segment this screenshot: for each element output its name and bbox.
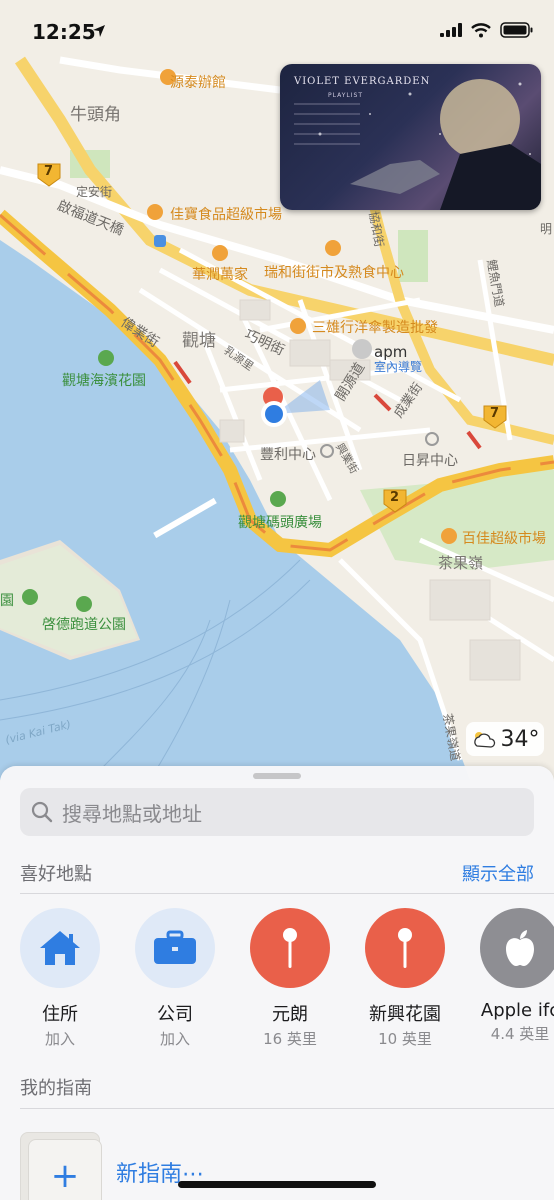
favorite-name: 公司 bbox=[157, 1004, 193, 1025]
battery-icon bbox=[500, 22, 533, 38]
favorite-apple-ifc[interactable]: Apple ifc 4.4 英里 bbox=[465, 908, 554, 1044]
briefcase-icon bbox=[154, 930, 196, 964]
route-shield-7: 7 bbox=[490, 406, 500, 421]
cellular-signal-icon bbox=[440, 23, 462, 37]
favorites-title: 喜好地點 bbox=[20, 864, 92, 885]
favorite-icon-circle bbox=[20, 908, 100, 988]
search-input[interactable]: 搜尋地點或地址 bbox=[20, 788, 534, 836]
picture-in-picture-video[interactable]: VIOLET EVERGARDEN PLAYLIST bbox=[280, 64, 541, 210]
map-label: 園 bbox=[0, 593, 14, 609]
divider bbox=[20, 893, 554, 894]
favorite-sub: 16 英里 bbox=[263, 1030, 317, 1048]
search-placeholder: 搜尋地點或地址 bbox=[62, 801, 202, 826]
route-shield-2: 2 bbox=[390, 490, 400, 505]
favorite-icon-circle bbox=[480, 908, 554, 988]
favorite-icon-circle bbox=[365, 908, 445, 988]
map-label[interactable]: 佳寶食品超級市場 bbox=[170, 204, 282, 224]
map-label: 觀塘 bbox=[182, 331, 216, 351]
pin-icon bbox=[398, 928, 412, 968]
plus-icon: + bbox=[28, 1139, 102, 1200]
map-label[interactable]: 豐利中心 bbox=[260, 444, 316, 464]
map-label[interactable]: 啓德跑道公園 bbox=[42, 614, 126, 634]
map-label: 定安街 bbox=[76, 185, 113, 199]
search-icon bbox=[31, 801, 53, 823]
home-icon bbox=[40, 931, 80, 965]
weather-badge: 34° bbox=[466, 722, 544, 756]
favorite-icon-circle bbox=[135, 908, 215, 988]
temperature: 34° bbox=[500, 726, 540, 752]
map-label[interactable]: 瑞和街街市及熟食中心 bbox=[264, 262, 404, 282]
new-guide-button[interactable]: + 新指南⋯ bbox=[20, 1132, 204, 1200]
favorite-name: 新興花園 bbox=[369, 1004, 441, 1025]
partly-cloudy-icon bbox=[473, 732, 495, 748]
apple-icon bbox=[506, 930, 534, 966]
home-indicator[interactable] bbox=[178, 1181, 376, 1188]
favorite-yuen-long[interactable]: 元朗 16 英里 bbox=[235, 908, 345, 1049]
favorite-sub: 加入 bbox=[159, 1030, 190, 1048]
divider bbox=[20, 1108, 554, 1109]
favorite-home[interactable]: 住所 加入 bbox=[5, 908, 115, 1049]
map-label[interactable]: 觀塘碼頭廣場 bbox=[238, 512, 322, 532]
video-subtitle: PLAYLIST bbox=[328, 92, 363, 99]
map-label[interactable]: 百佳超級市場 bbox=[462, 528, 546, 548]
favorite-name: 住所 bbox=[42, 1004, 78, 1025]
favorite-work[interactable]: 公司 加入 bbox=[120, 908, 230, 1049]
favorite-sub: 加入 bbox=[44, 1030, 75, 1048]
map-label[interactable]: 室內導覽 bbox=[374, 358, 422, 375]
favorite-sub: 10 英里 bbox=[378, 1030, 432, 1048]
map-view[interactable]: 源泰辦館 牛頭角 定安街 啟福道天橋 佳寶食品超級市場 華潤萬家 瑞和街街市及熟… bbox=[0, 0, 554, 780]
favorite-icon-circle bbox=[250, 908, 330, 988]
map-label: 明 bbox=[540, 222, 553, 236]
wifi-icon bbox=[471, 22, 491, 37]
status-bar: 12:25 bbox=[0, 0, 554, 64]
map-label[interactable]: 三雄行洋傘製造批發 bbox=[312, 317, 438, 337]
clock: 12:25 bbox=[32, 20, 96, 44]
favorite-name: Apple ifc bbox=[480, 1000, 554, 1021]
map-label[interactable]: 華潤萬家 bbox=[192, 264, 248, 284]
map-label[interactable]: 日昇中心 bbox=[402, 450, 458, 470]
favorite-sun-hing-garden[interactable]: 新興花園 10 英里 bbox=[350, 908, 460, 1049]
map-label: 茶果嶺 bbox=[438, 554, 484, 572]
video-title: VIOLET EVERGARDEN bbox=[294, 76, 431, 87]
location-arrow-icon bbox=[93, 25, 105, 37]
favorite-sub: 4.4 英里 bbox=[490, 1025, 550, 1043]
map-label[interactable]: 源泰辦館 bbox=[170, 72, 226, 92]
map-label[interactable]: 觀塘海濱花園 bbox=[62, 370, 146, 390]
map-label: 牛頭角 bbox=[70, 105, 121, 125]
sheet-grabber[interactable] bbox=[253, 773, 301, 779]
search-sheet[interactable]: 搜尋地點或地址 喜好地點 顯示全部 住所 加入 公司 加入 元朗 16 英里 新… bbox=[0, 766, 554, 1200]
show-all-link[interactable]: 顯示全部 bbox=[462, 860, 534, 886]
favorite-name: 元朗 bbox=[272, 1004, 308, 1025]
guide-thumbnail: + bbox=[20, 1132, 102, 1200]
guides-title: 我的指南 bbox=[20, 1078, 92, 1099]
pin-icon bbox=[283, 928, 297, 968]
route-shield-7: 7 bbox=[44, 164, 54, 179]
